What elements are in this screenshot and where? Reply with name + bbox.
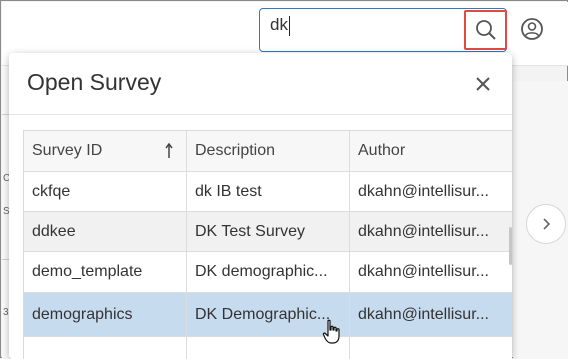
sort-ascending-arrow-icon bbox=[165, 142, 173, 158]
cell-description: dk IB test bbox=[187, 172, 350, 211]
account-circle-icon bbox=[521, 18, 543, 40]
column-header-label: Description bbox=[195, 142, 276, 159]
account-button[interactable] bbox=[520, 17, 544, 41]
cell-author bbox=[350, 337, 512, 359]
table-row-selected[interactable]: demographics DK Demographic... dkahn@int… bbox=[24, 293, 512, 337]
cell-author: dkahn@intellisur... bbox=[358, 182, 489, 200]
search-input[interactable]: dk bbox=[268, 15, 458, 45]
column-header-label: Author bbox=[358, 142, 406, 159]
dialog-header: Open Survey bbox=[9, 53, 512, 115]
cell-description: DK Test Survey bbox=[187, 212, 350, 251]
close-button[interactable] bbox=[471, 72, 495, 96]
cell-survey-id: ddkee bbox=[24, 212, 187, 251]
search-input-value: dk bbox=[270, 15, 288, 34]
hand-pointer-cursor bbox=[322, 319, 340, 344]
cell-author: dkahn@intellisur... bbox=[358, 263, 489, 280]
close-icon bbox=[476, 77, 490, 91]
cell-description: DK demographic... bbox=[187, 252, 350, 292]
background-text: 3 bbox=[3, 307, 9, 318]
column-header-author[interactable]: Author bbox=[350, 131, 512, 171]
next-button[interactable] bbox=[526, 204, 566, 244]
column-header-description[interactable]: Description bbox=[187, 131, 350, 171]
table-row[interactable] bbox=[24, 337, 512, 359]
table-row[interactable]: ddkee DK Test Survey dkahn@intellisur... bbox=[24, 212, 512, 252]
cell-author: dkahn@intellisur... bbox=[358, 222, 489, 240]
cell-survey-id: demographics bbox=[24, 293, 187, 336]
column-header-label: Survey ID bbox=[32, 142, 103, 159]
search-field[interactable]: dk bbox=[259, 8, 507, 52]
table-row[interactable]: ckfqe dk IB test dkahn@intellisur... bbox=[24, 172, 512, 212]
cell-survey-id: ckfqe bbox=[24, 172, 187, 211]
text-caret bbox=[288, 15, 290, 36]
table-header-row: Survey ID Description Author bbox=[24, 131, 512, 172]
dialog-title: Open Survey bbox=[27, 69, 162, 95]
survey-table: Survey ID Description Author ckfqe dk IB… bbox=[23, 130, 512, 359]
table-row[interactable]: demo_template DK demographic... dkahn@in… bbox=[24, 252, 512, 293]
cell-author: dkahn@intellisur... bbox=[358, 305, 489, 323]
app-window: C S 3 dk Open Survey Survey ID Descripti… bbox=[0, 0, 568, 359]
search-icon bbox=[475, 20, 496, 40]
search-button[interactable] bbox=[464, 10, 507, 50]
table-scrollbar[interactable] bbox=[509, 227, 512, 265]
chevron-right-icon bbox=[543, 218, 551, 230]
open-survey-dialog: Open Survey Survey ID Description Author… bbox=[9, 53, 512, 359]
cell-survey-id bbox=[24, 337, 187, 359]
column-header-survey-id[interactable]: Survey ID bbox=[24, 131, 187, 171]
cell-survey-id: demo_template bbox=[24, 252, 187, 292]
